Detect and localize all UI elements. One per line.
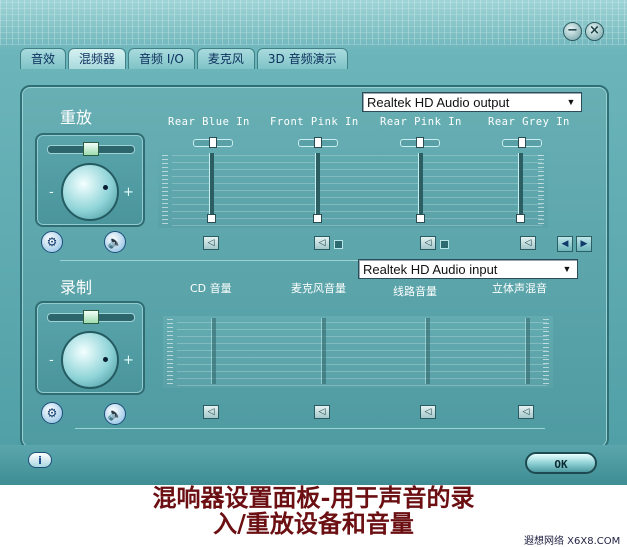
record-balance-slider[interactable] (47, 310, 135, 324)
playback-channel-label-2: Front Pink In (270, 116, 359, 128)
playback-balance-1[interactable] (193, 137, 233, 148)
chevron-down-icon: ▼ (566, 97, 576, 107)
record-mute-icon-4[interactable]: ◁ (518, 405, 534, 419)
record-channel-label-2: 麦克风音量 (291, 282, 346, 295)
mixer-window: − × 音效 混频器 音频 I/O 麦克风 3D 音频演示 重放 - + ⚙ 🔈… (0, 0, 627, 485)
record-right-scale (543, 318, 549, 384)
playback-mute-icon-3[interactable]: ◁ (420, 236, 436, 250)
record-grid (177, 316, 547, 386)
watermark: 遐想网络 X6X8.COM (524, 536, 621, 547)
tab-audio-io[interactable]: 音频 I/O (128, 48, 195, 69)
playback-mute-icon-4[interactable]: ◁ (520, 236, 536, 250)
record-volume-knob[interactable] (61, 331, 119, 389)
playback-grid (172, 150, 542, 226)
record-balance-thumb[interactable] (83, 310, 99, 324)
record-fader-4[interactable] (525, 318, 530, 384)
playback-volume-knob[interactable] (61, 163, 119, 221)
playback-plus-label: + (123, 185, 134, 200)
playback-left-scale (162, 152, 168, 224)
caption: 混响器设置面板-用于声音的录 入/重放设备和音量 (0, 485, 627, 537)
tab-3d-demo[interactable]: 3D 音频演示 (256, 48, 348, 69)
playback-fader-1[interactable] (209, 153, 214, 221)
playback-knob-indicator (103, 185, 108, 190)
record-device-select[interactable]: Realtek HD Audio input ▼ (358, 259, 578, 279)
record-master-box: - + (35, 301, 145, 395)
scroll-right-icon[interactable]: ▶ (576, 236, 592, 252)
playback-balance-thumb-1[interactable] (209, 137, 217, 148)
tab-bar: 音效 混频器 音频 I/O 麦克风 3D 音频演示 (20, 48, 350, 70)
playback-fader-4[interactable] (518, 153, 523, 221)
playback-balance-thumb-4[interactable] (518, 137, 526, 148)
chevron-down-icon: ▼ (562, 264, 572, 274)
record-minus-label: - (49, 353, 54, 368)
ok-button[interactable]: OK (525, 452, 597, 474)
playback-right-scale (538, 152, 544, 224)
record-left-scale (167, 318, 173, 384)
playback-mute-speaker-icon[interactable]: 🔈 (104, 231, 126, 253)
playback-fader-thumb-1[interactable] (207, 214, 216, 223)
record-knob-indicator (103, 357, 108, 362)
info-button[interactable]: i (28, 452, 52, 468)
playback-mute-icon-1[interactable]: ◁ (203, 236, 219, 250)
playback-fader-2[interactable] (315, 153, 320, 221)
playback-fader-area (158, 150, 548, 228)
playback-balance-2[interactable] (298, 137, 338, 148)
close-button[interactable]: × (585, 22, 604, 41)
tab-mixer[interactable]: 混频器 (68, 48, 127, 69)
record-fader-2[interactable] (321, 318, 326, 384)
caption-line-1: 混响器设置面板-用于声音的录 (152, 483, 475, 512)
record-channel-label-3: 线路音量 (393, 285, 437, 298)
playback-master-box: - + (35, 133, 145, 227)
playback-mute-icon-2[interactable]: ◁ (314, 236, 330, 250)
playback-balance-thumb-2[interactable] (314, 137, 322, 148)
record-mute-speaker-icon[interactable]: 🔈 (104, 403, 126, 425)
tab-sound-effects[interactable]: 音效 (20, 48, 67, 69)
record-divider (75, 428, 545, 429)
playback-advanced-icon[interactable]: ⚙ (41, 231, 63, 253)
minimize-button[interactable]: − (563, 22, 582, 41)
playback-label: 重放 (60, 108, 93, 127)
scroll-left-icon[interactable]: ◀ (557, 236, 573, 252)
record-channel-label-4: 立体声混音 (492, 282, 547, 295)
tab-microphone[interactable]: 麦克风 (196, 48, 255, 69)
record-mute-icon-3[interactable]: ◁ (420, 405, 436, 419)
title-grid-pattern (0, 0, 627, 45)
playback-select-icon-3[interactable] (440, 240, 449, 249)
record-mute-icon-1[interactable]: ◁ (203, 405, 219, 419)
playback-balance-3[interactable] (400, 137, 440, 148)
playback-balance-thumb-3[interactable] (416, 137, 424, 148)
playback-select-icon-2[interactable] (334, 240, 343, 249)
record-label: 录制 (60, 278, 93, 297)
record-channel-label-1: CD 音量 (190, 282, 232, 295)
record-plus-label: + (123, 353, 134, 368)
playback-fader-3[interactable] (418, 153, 423, 221)
playback-channel-label-1: Rear Blue In (168, 116, 250, 128)
playback-balance-slider[interactable] (47, 142, 135, 156)
playback-balance-thumb[interactable] (83, 142, 99, 156)
record-fader-1[interactable] (211, 318, 216, 384)
record-fader-3[interactable] (425, 318, 430, 384)
playback-minus-label: - (49, 185, 54, 200)
playback-balance-4[interactable] (502, 137, 542, 148)
playback-fader-thumb-3[interactable] (416, 214, 425, 223)
playback-device-select[interactable]: Realtek HD Audio output ▼ (362, 92, 582, 112)
playback-fader-thumb-2[interactable] (313, 214, 322, 223)
playback-channel-label-4: Rear Grey In (488, 116, 570, 128)
record-advanced-icon[interactable]: ⚙ (41, 402, 63, 424)
playback-fader-thumb-4[interactable] (516, 214, 525, 223)
playback-channel-label-3: Rear Pink In (380, 116, 462, 128)
record-fader-area (163, 316, 553, 388)
record-mute-icon-2[interactable]: ◁ (314, 405, 330, 419)
playback-device-value: Realtek HD Audio output (367, 95, 510, 110)
record-device-value: Realtek HD Audio input (363, 262, 498, 277)
